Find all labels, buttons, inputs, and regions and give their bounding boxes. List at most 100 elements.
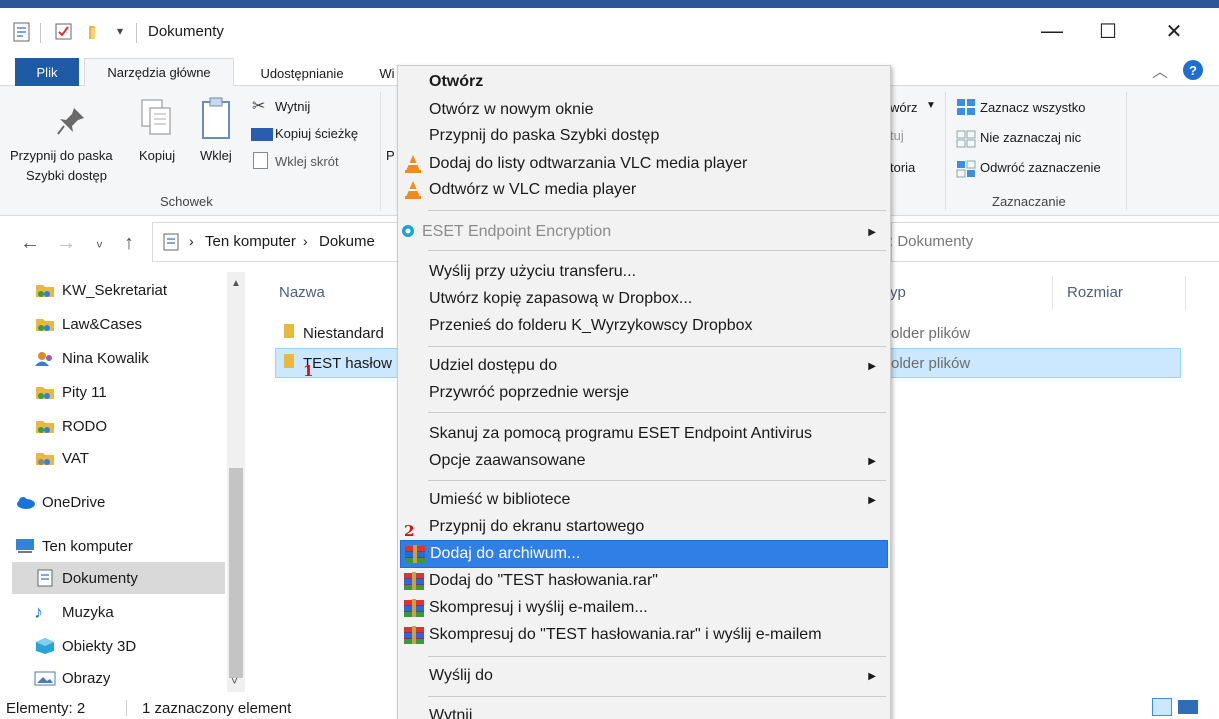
nav-item-pity-11[interactable]: Pity 11 <box>12 376 225 408</box>
select-none-button[interactable]: Nie zaznaczaj nic <box>980 130 1081 145</box>
submenu-arrow-icon: ▶ <box>868 494 876 506</box>
menu-item-eset-encryption[interactable]: ESET Endpoint Encryption ▶ <box>400 218 888 246</box>
nav-item-nina-kowalik[interactable]: Nina Kowalik <box>12 342 225 374</box>
nav-item-onedrive[interactable]: OneDrive <box>0 486 205 518</box>
search-input[interactable]: : Dokumenty <box>878 222 1219 262</box>
back-arrow-icon[interactable]: ← <box>20 232 40 255</box>
menu-separator <box>428 346 886 347</box>
copy-button[interactable]: Kopiuj <box>139 148 175 163</box>
menu-item-dropbox-move[interactable]: Przenieś do folderu K_Wyrzykowscy Dropbo… <box>400 312 888 340</box>
menu-item-send-transfer[interactable]: Wyślij przy użyciu transferu... <box>400 258 888 286</box>
menu-item-eset-scan[interactable]: Skanuj za pomocą programu ESET Endpoint … <box>400 420 888 448</box>
menu-item-vlc-play[interactable]: Odtwórz w VLC media player <box>400 176 888 204</box>
group-label-selection: Zaznaczanie <box>992 194 1066 209</box>
move-to-button[interactable]: P <box>386 148 395 163</box>
nav-item-vat[interactable]: VAT <box>12 442 225 474</box>
nav-item-music[interactable]: ♪ Muzyka <box>12 596 225 628</box>
menu-item-add-rar[interactable]: Dodaj do "TEST hasłowania.rar" <box>400 567 888 595</box>
menu-item-pin-start[interactable]: Przypnij do ekranu startowego <box>400 513 888 541</box>
tab-file[interactable]: Plik <box>15 58 79 86</box>
maximize-button[interactable]: ☐ <box>1078 8 1138 54</box>
forward-arrow-icon[interactable]: → <box>56 232 76 255</box>
menu-item-advanced[interactable]: Opcje zaawansowane ▶ <box>400 447 888 475</box>
menu-item-pin-quick-access[interactable]: Przypnij do paska Szybki dostęp <box>400 122 888 150</box>
copy-path-button[interactable]: Kopiuj ścieżkę <box>275 126 358 141</box>
menu-item-dropbox-backup[interactable]: Utwórz kopię zapasową w Dropbox... <box>400 285 888 313</box>
menu-item-vlc-add-playlist[interactable]: Dodaj do listy odtwarzania VLC media pla… <box>400 150 888 178</box>
menu-item-share-with[interactable]: Udziel dostępu do ▶ <box>400 352 888 380</box>
menu-item-open[interactable]: Otwórz <box>400 68 888 96</box>
up-arrow-icon[interactable]: ↑ <box>124 232 134 255</box>
menu-item-open-new-window[interactable]: Otwórz w nowym oknie <box>400 96 888 124</box>
menu-separator <box>428 696 886 697</box>
properties-check-icon[interactable] <box>54 22 74 45</box>
close-button[interactable]: ✕ <box>1144 8 1204 54</box>
details-view-icon[interactable] <box>1152 698 1172 716</box>
vlc-cone-icon <box>403 154 423 174</box>
cut-button[interactable]: Wytnij <box>275 99 310 114</box>
nav-item-law-cases[interactable]: Law&Cases <box>12 308 225 340</box>
column-header-name[interactable]: Nazwa <box>279 284 325 301</box>
edit-button[interactable]: tuj <box>890 128 904 143</box>
nav-item-3d-objects[interactable]: Obiekty 3D <box>12 630 225 662</box>
nav-scrollbar-thumb[interactable] <box>229 468 243 678</box>
nav-item-kw-sekretariat[interactable]: KW_Sekretariat <box>12 274 225 306</box>
menu-item-send-to[interactable]: Wyślij do ▶ <box>400 662 888 690</box>
menu-separator <box>428 210 886 211</box>
nav-item-documents[interactable]: Dokumenty <box>12 562 225 594</box>
menu-item-add-archive[interactable]: Dodaj do archiwum... <box>400 540 888 568</box>
shared-folder-icon <box>34 417 56 435</box>
music-icon: ♪ <box>34 602 43 622</box>
top-strip <box>0 0 1219 8</box>
menu-item-compress-email[interactable]: Skompresuj i wyślij e-mailem... <box>400 594 888 622</box>
breadcrumb-this-pc[interactable]: Ten komputer <box>205 233 296 250</box>
chevron-down-icon[interactable]: ▾ <box>117 24 123 38</box>
pin-quick-label-1: Przypnij do paska <box>10 148 113 163</box>
menu-item-restore-previous[interactable]: Przywróć poprzednie wersje <box>400 379 888 407</box>
eset-icon <box>400 222 420 242</box>
scroll-down-icon[interactable]: ˅ <box>231 674 238 688</box>
folder-icon <box>283 323 295 343</box>
scroll-up-icon[interactable]: ▲ <box>231 278 241 289</box>
large-icons-view-icon[interactable] <box>1178 700 1198 714</box>
breadcrumb-chevron-icon: › <box>189 233 194 249</box>
minimize-button[interactable]: — <box>1022 8 1082 54</box>
submenu-arrow-icon: ▶ <box>868 455 876 467</box>
winrar-icon <box>403 625 424 645</box>
menu-item-library[interactable]: Umieść w bibliotece ▶ <box>400 486 888 514</box>
ribbon-separator <box>380 92 381 210</box>
nav-item-rodo[interactable]: RODO <box>12 410 225 442</box>
tab-home[interactable]: Narzędzia główne <box>84 58 234 87</box>
submenu-arrow-icon: ▶ <box>868 226 876 238</box>
menu-separator <box>428 250 886 251</box>
submenu-arrow-icon: ▶ <box>868 670 876 682</box>
help-icon[interactable]: ? <box>1183 60 1203 80</box>
select-none-icon <box>956 130 976 151</box>
new-folder-icon[interactable] <box>86 22 106 45</box>
chevron-up-icon[interactable]: ︿ <box>1152 58 1168 82</box>
copy-icon <box>140 98 174 141</box>
column-header-size[interactable]: Rozmiar <box>1067 284 1123 301</box>
paste-shortcut-button[interactable]: Wklej skrót <box>275 154 339 169</box>
tab-share[interactable]: Udostępnianie <box>244 60 360 86</box>
nav-item-this-pc[interactable]: Ten komputer <box>0 530 205 562</box>
menu-item-cut[interactable]: Wytnij <box>400 702 888 719</box>
history-button[interactable]: toria <box>890 160 915 175</box>
pin-quick-label-2: Szybki dostęp <box>26 168 107 183</box>
invert-selection-button[interactable]: Odwróć zaznaczenie <box>980 160 1101 175</box>
winrar-icon <box>403 571 424 591</box>
copy-path-icon <box>251 128 273 141</box>
select-all-button[interactable]: Zaznacz wszystko <box>980 100 1085 115</box>
nav-item-pictures[interactable]: Obrazy <box>12 662 225 694</box>
pin-icon <box>56 106 86 139</box>
cube-icon <box>34 637 56 655</box>
paste-button[interactable]: Wklej <box>200 148 232 163</box>
status-item-count: Elementy: 2 <box>6 700 86 717</box>
recent-locations-chevron-icon[interactable]: ˅ <box>96 238 103 252</box>
column-header-type[interactable]: yp <box>890 284 906 301</box>
menu-item-compress-rar-email[interactable]: Skompresuj do "TEST hasłowania.rar" i wy… <box>400 621 888 649</box>
breadcrumb-chevron-icon: › <box>303 233 308 249</box>
breadcrumb-documents[interactable]: Dokume <box>319 233 375 250</box>
open-dropdown-button[interactable]: wórz <box>890 100 917 115</box>
paste-shortcut-icon <box>253 152 268 169</box>
